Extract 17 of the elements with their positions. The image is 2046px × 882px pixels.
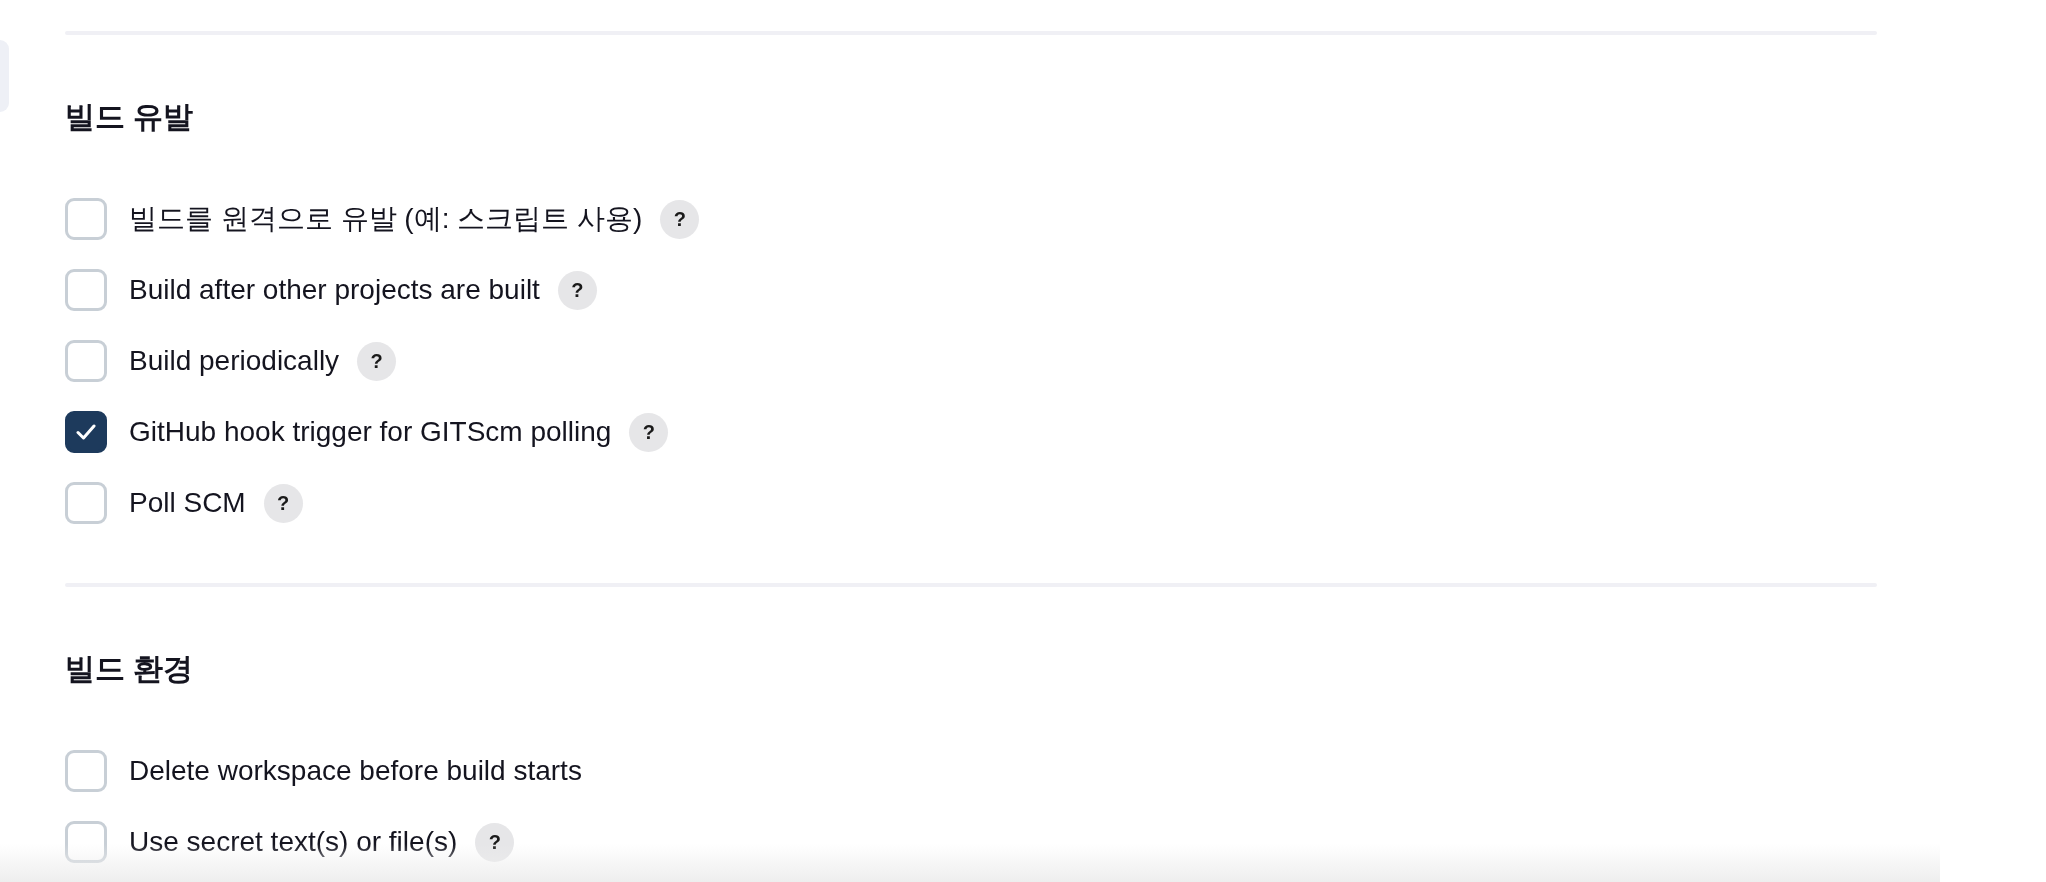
option-label: Use secret text(s) or file(s) xyxy=(129,825,458,859)
checkmark-icon xyxy=(76,424,96,440)
option-label: 빌드를 원격으로 유발 (예: 스크립트 사용) xyxy=(129,202,643,236)
option-label: Build after other projects are built xyxy=(129,273,540,307)
checkbox[interactable] xyxy=(65,411,107,453)
help-button[interactable]: ? xyxy=(263,483,303,523)
help-button[interactable]: ? xyxy=(660,199,700,239)
help-button[interactable]: ? xyxy=(629,412,669,452)
option-label: Poll SCM xyxy=(129,486,246,520)
help-button[interactable]: ? xyxy=(475,822,515,862)
help-button[interactable]: ? xyxy=(557,270,597,310)
section-heading: 빌드 유발 xyxy=(65,99,194,135)
section-heading: 빌드 환경 xyxy=(65,651,194,687)
option-label: Build periodically xyxy=(129,344,340,378)
option-label: Delete workspace before build starts xyxy=(129,754,582,788)
option-label: GitHub hook trigger for GITScm polling xyxy=(129,415,612,449)
help-button[interactable]: ? xyxy=(357,341,397,381)
